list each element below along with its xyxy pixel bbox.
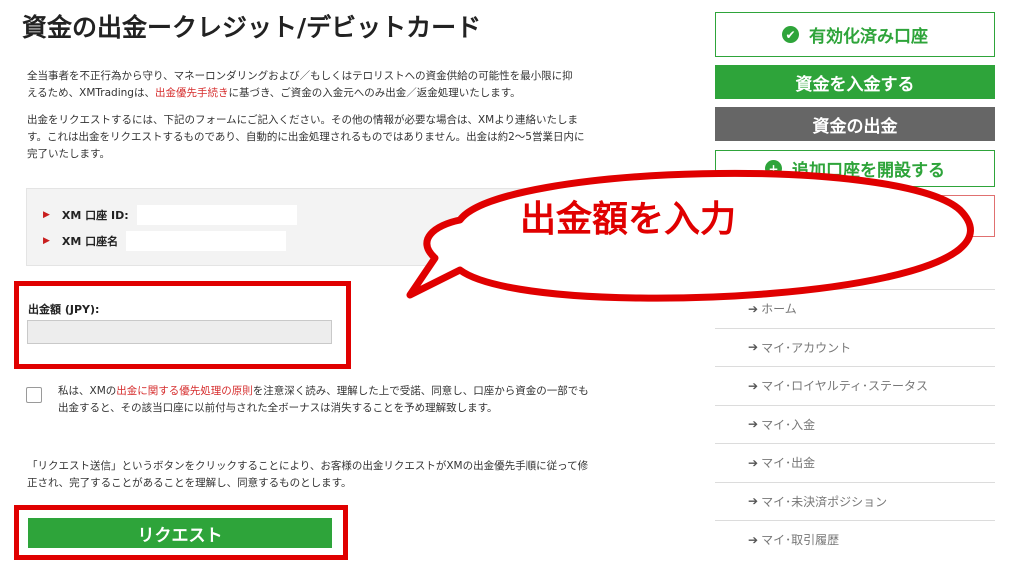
verified-account-button[interactable]: ✔ 有効化済み口座 xyxy=(715,12,995,57)
agreement-checkbox[interactable] xyxy=(26,387,42,403)
priority-principle-link[interactable]: 出金に関する優先処理の原則 xyxy=(116,385,253,397)
arrow-right-icon: ➔ xyxy=(748,340,759,355)
agreement-text: 私は、XMの出金に関する優先処理の原則を注意深く読み、理解した上で受諾、同意し、… xyxy=(58,383,678,417)
account-id-row: ▶ XM 口座 ID: xyxy=(43,205,297,225)
amount-highlight-frame xyxy=(14,281,351,369)
submit-highlight-frame xyxy=(14,505,348,560)
sidebar-item-my-account[interactable]: ➔ マイ･アカウント xyxy=(715,327,995,367)
verified-account-label: 有効化済み口座 xyxy=(809,27,928,47)
arrow-right-icon: ➔ xyxy=(748,417,759,432)
agreement-line-1: 私は、XMの出金に関する優先処理の原則を注意深く読み、理解した上で受諾、同意し、… xyxy=(58,385,589,397)
intro-paragraph: 全当事者を不正行為から守り、マネーロンダリングおよび／もしくはテロリストへの資金… xyxy=(27,68,677,102)
info-line-1: 出金をリクエストするには、下記のフォームにご記入ください。その他の情報が必要な場… xyxy=(27,114,579,126)
sidebar-item-open-positions[interactable]: ➔ マイ･未決済ポジション xyxy=(715,481,995,521)
withdrawal-priority-link[interactable]: 出金優先手続き xyxy=(155,87,229,99)
sidebar-item-my-withdrawals[interactable]: ➔ マイ･出金 xyxy=(715,443,995,482)
info-paragraph: 出金をリクエストするには、下記のフォームにご記入ください。その他の情報が必要な場… xyxy=(27,112,677,163)
info-line-2: す。これは出金をリクエストするものであり、自動的に出金処理されるものではありませ… xyxy=(27,131,585,143)
submit-notice: 「リクエスト送信」というボタンをクリックすることにより、お客様の出金リクエストが… xyxy=(27,458,677,492)
account-name-row: ▶ XM 口座名 xyxy=(43,231,287,251)
account-name-label: XM 口座名 xyxy=(61,235,119,248)
arrow-right-icon: ➔ xyxy=(748,532,759,547)
arrow-right-icon: ➔ xyxy=(748,378,759,393)
callout-text: 出金額を入力 xyxy=(519,199,736,240)
arrow-right-icon: ➔ xyxy=(748,494,759,509)
agreement-line-2: 出金すると、その該当口座に以前付与された全ボーナスは消失することを予め理解致しま… xyxy=(58,402,498,414)
deposit-funds-button[interactable]: 資金を入金する xyxy=(715,65,995,99)
account-id-value xyxy=(136,205,297,225)
page-title: 資金の出金ークレジット/デビットカード xyxy=(22,13,482,42)
intro-line-2: えるため、XMTradingは、出金優先手続きに基づき、ご資金の入金元へのみ出金… xyxy=(27,87,521,99)
notice-line-2: 正され、完了することがあることを理解し、同意するものとします。 xyxy=(27,477,352,489)
check-circle-icon: ✔ xyxy=(782,26,799,43)
arrow-right-icon: ➔ xyxy=(748,455,759,470)
sidebar-item-my-deposits[interactable]: ➔ マイ･入金 xyxy=(715,404,995,444)
caret-right-icon: ▶ xyxy=(43,210,50,220)
withdraw-funds-button[interactable]: 資金の出金 xyxy=(715,107,995,141)
intro-line-1: 全当事者を不正行為から守り、マネーロンダリングおよび／もしくはテロリストへの資金… xyxy=(27,70,573,82)
account-name-value xyxy=(126,231,287,251)
sidebar-item-loyalty-status[interactable]: ➔ マイ･ロイヤルティ･ステータス xyxy=(715,366,995,405)
notice-line-1: 「リクエスト送信」というボタンをクリックすることにより、お客様の出金リクエストが… xyxy=(27,460,589,472)
caret-right-icon: ▶ xyxy=(43,236,50,246)
sidebar-item-trade-history[interactable]: ➔ マイ･取引履歴 xyxy=(715,520,995,559)
account-id-label: XM 口座 ID: xyxy=(61,209,129,222)
